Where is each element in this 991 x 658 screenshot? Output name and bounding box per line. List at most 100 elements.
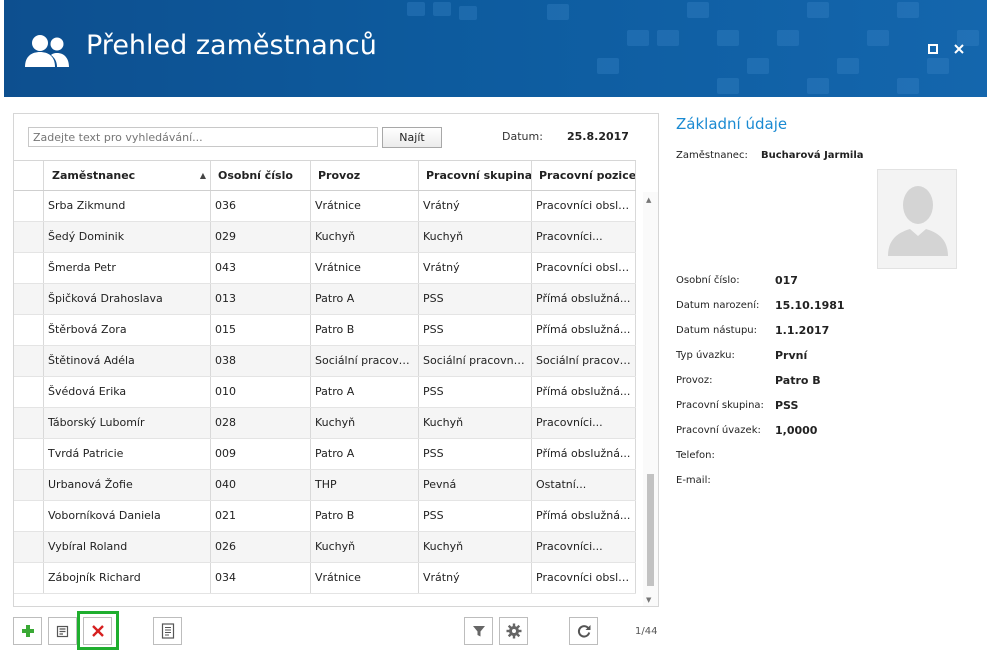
detail-field-value: 15.10.1981 bbox=[775, 299, 845, 312]
add-button[interactable] bbox=[13, 617, 42, 645]
edit-button[interactable] bbox=[48, 617, 77, 645]
column-header-label: Zaměstnanec bbox=[52, 169, 136, 182]
sort-ascending-icon: ▲ bbox=[199, 171, 206, 180]
department-cell: Patro B bbox=[311, 501, 419, 531]
employee-name-cell: Táborský Lubomír bbox=[44, 408, 211, 438]
employee-name-cell: Štěrbová Zora bbox=[44, 315, 211, 345]
personal-number-cell: 036 bbox=[211, 191, 311, 221]
table-row[interactable]: Urbanová Žofie 040 THP Pevná Ostatní... bbox=[14, 470, 636, 501]
table-row[interactable]: Šedý Dominik 029 Kuchyň Kuchyň Pracovníci... bbox=[14, 222, 636, 253]
settings-icon bbox=[506, 623, 521, 639]
employee-name-cell: Zábojník Richard bbox=[44, 563, 211, 593]
department-cell: Vrátnice bbox=[311, 253, 419, 283]
personal-number-cell: 029 bbox=[211, 222, 311, 252]
refresh-button[interactable] bbox=[569, 617, 598, 645]
table-row[interactable]: Špičková Drahoslava 013 Patro A PSS Přímá ob… bbox=[14, 284, 636, 315]
position-cell: Pracovníci obsluž... bbox=[532, 253, 636, 283]
column-header-position[interactable]: Pracovní pozice bbox=[532, 161, 636, 190]
report-icon bbox=[161, 623, 174, 639]
work-group-cell: PSS bbox=[419, 315, 532, 345]
employee-value: Bucharová Jarmila bbox=[761, 150, 864, 161]
detail-title: Základní údaje bbox=[676, 115, 788, 133]
position-cell: Pracovníci... bbox=[532, 532, 636, 562]
column-header-department[interactable]: Provoz bbox=[311, 161, 419, 190]
employee-photo bbox=[877, 169, 957, 269]
department-cell: Sociální pracovníci bbox=[311, 346, 419, 376]
table-row[interactable]: Švédová Erika 010 Patro A PSS Přímá obslužná… bbox=[14, 377, 636, 408]
row-indicator bbox=[14, 253, 44, 283]
work-group-cell: PSS bbox=[419, 501, 532, 531]
table-row[interactable]: Srba Zikmund 036 Vrátnice Vrátný Pracovníci … bbox=[14, 191, 636, 222]
close-icon[interactable] bbox=[952, 42, 966, 56]
position-cell: Přímá obslužná... bbox=[532, 501, 636, 531]
table-row[interactable]: Štětinová Adéla 038 Sociální pracovníci Soc… bbox=[14, 346, 636, 377]
row-indicator bbox=[14, 222, 44, 252]
title-bar: Přehled zaměstnanců bbox=[4, 0, 987, 97]
column-header-employee[interactable]: Zaměstnanec ▲ bbox=[44, 161, 211, 190]
table-row[interactable]: Šmerda Petr 043 Vrátnice Vrátný Pracovníci o… bbox=[14, 253, 636, 284]
table-row[interactable]: Táborský Lubomír 028 Kuchyň Kuchyň Pracovníc… bbox=[14, 408, 636, 439]
row-indicator-header bbox=[14, 161, 44, 190]
position-cell: Pracovníci obsluž... bbox=[532, 563, 636, 593]
delete-button[interactable] bbox=[83, 617, 112, 645]
department-cell: Kuchyň bbox=[311, 532, 419, 562]
employee-name-cell: Tvrdá Patricie bbox=[44, 439, 211, 469]
department-cell: Patro A bbox=[311, 284, 419, 314]
search-input[interactable] bbox=[28, 127, 378, 147]
filter-button[interactable] bbox=[464, 617, 493, 645]
row-indicator bbox=[14, 563, 44, 593]
page-indicator: 1/44 bbox=[635, 626, 658, 637]
work-group-cell: Vrátný bbox=[419, 253, 532, 283]
window-title: Přehled zaměstnanců bbox=[86, 30, 377, 61]
personal-number-cell: 021 bbox=[211, 501, 311, 531]
position-cell: Přímá obslužná... bbox=[532, 315, 636, 345]
table-row[interactable]: Vybíral Roland 026 Kuchyň Kuchyň Pracovníci.… bbox=[14, 532, 636, 563]
personal-number-cell: 040 bbox=[211, 470, 311, 500]
employee-name-cell: Švédová Erika bbox=[44, 377, 211, 407]
employee-table: Zaměstnanec ▲ Osobní číslo Provoz Pracov… bbox=[14, 160, 636, 594]
employee-name-cell: Špičková Drahoslava bbox=[44, 284, 211, 314]
search-button[interactable]: Najít bbox=[382, 127, 442, 148]
position-cell: Přímá obslužná... bbox=[532, 377, 636, 407]
position-cell: Pracovníci obsluž... bbox=[532, 191, 636, 221]
employee-name-cell: Srba Zikmund bbox=[44, 191, 211, 221]
detail-field-value: PSS bbox=[775, 399, 799, 412]
maximize-icon[interactable] bbox=[926, 42, 940, 56]
person-placeholder-icon bbox=[888, 186, 948, 256]
edit-icon bbox=[56, 625, 68, 638]
detail-field-value: Patro B bbox=[775, 374, 821, 387]
scroll-up-icon[interactable]: ▲ bbox=[646, 196, 651, 204]
table-header: Zaměstnanec ▲ Osobní číslo Provoz Pracov… bbox=[14, 160, 636, 191]
scroll-down-icon[interactable]: ▼ bbox=[646, 596, 651, 604]
personal-number-cell: 028 bbox=[211, 408, 311, 438]
employee-label: Zaměstnanec: bbox=[676, 150, 748, 161]
table-row[interactable]: Tvrdá Patricie 009 Patro A PSS Přímá obslužn… bbox=[14, 439, 636, 470]
table-row[interactable]: Voborníková Daniela 021 Patro B PSS Přímá ob… bbox=[14, 501, 636, 532]
column-header-work-group[interactable]: Pracovní skupina bbox=[419, 161, 532, 190]
detail-field-label: Pracovní úvazek: bbox=[676, 425, 761, 436]
refresh-icon bbox=[577, 625, 590, 638]
detail-field-label: Typ úvazku: bbox=[676, 350, 735, 361]
department-cell: Patro A bbox=[311, 439, 419, 469]
detail-field-label: Datum nástupu: bbox=[676, 325, 757, 336]
department-cell: Patro A bbox=[311, 377, 419, 407]
work-group-cell: Kuchyň bbox=[419, 222, 532, 252]
department-cell: Kuchyň bbox=[311, 408, 419, 438]
detail-field-value: První bbox=[775, 349, 808, 362]
vertical-scrollbar[interactable]: ▲ ▼ bbox=[643, 192, 658, 606]
employee-list-panel: Najít Datum: 25.8.2017 Zaměstnanec ▲ Oso… bbox=[13, 113, 659, 607]
employee-name-cell: Šmerda Petr bbox=[44, 253, 211, 283]
employee-name-cell: Voborníková Daniela bbox=[44, 501, 211, 531]
table-row[interactable]: Štěrbová Zora 015 Patro B PSS Přímá obslužná… bbox=[14, 315, 636, 346]
department-cell: Vrátnice bbox=[311, 191, 419, 221]
row-indicator bbox=[14, 501, 44, 531]
table-row[interactable]: Zábojník Richard 034 Vrátnice Vrátný Pracovn… bbox=[14, 563, 636, 594]
report-button[interactable] bbox=[153, 617, 182, 645]
personal-number-cell: 010 bbox=[211, 377, 311, 407]
column-header-personal-number[interactable]: Osobní číslo bbox=[211, 161, 311, 190]
scrollbar-thumb[interactable] bbox=[647, 474, 654, 586]
settings-button[interactable] bbox=[499, 617, 528, 645]
detail-field-value: 1.1.2017 bbox=[775, 324, 830, 337]
personal-number-cell: 009 bbox=[211, 439, 311, 469]
row-indicator bbox=[14, 315, 44, 345]
